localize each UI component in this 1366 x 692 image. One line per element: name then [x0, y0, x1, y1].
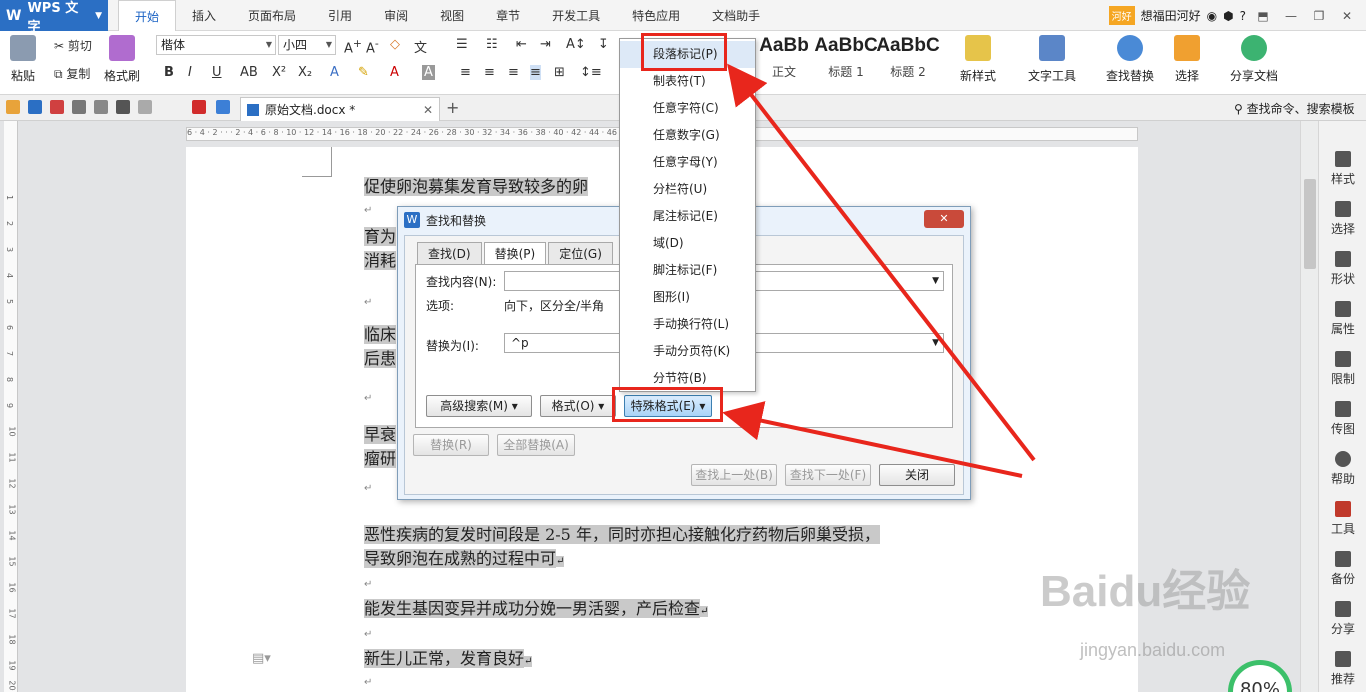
arrow-to-paragraph-mark — [727, 63, 1036, 462]
baidu-url-watermark: jingyan.baidu.com — [1080, 640, 1226, 660]
baidu-logo-watermark: Baidu经验 — [1040, 567, 1251, 616]
arrow-to-special-format — [722, 401, 1023, 478]
